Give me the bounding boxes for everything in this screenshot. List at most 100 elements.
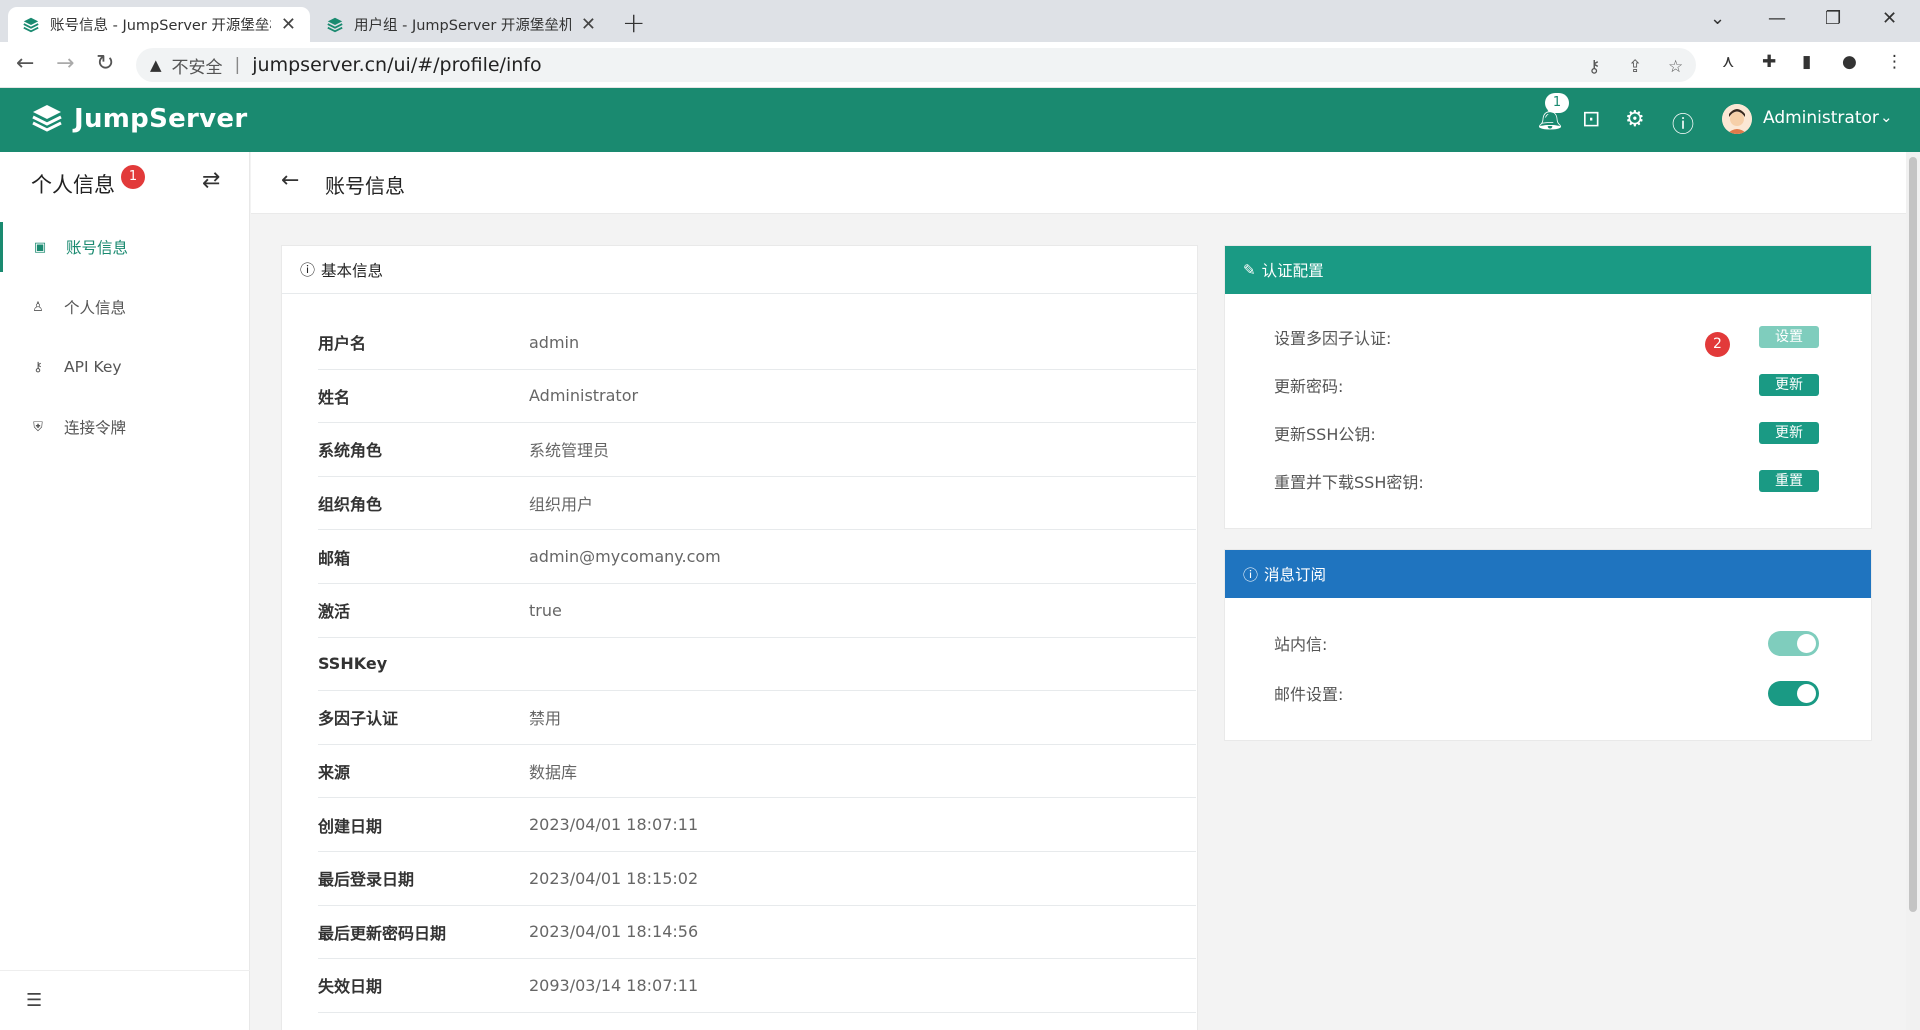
edit-icon: ✎ (1243, 261, 1256, 279)
subscription-label: 站内信: (1274, 635, 1328, 654)
info-row: 邮箱 admin@mycomany.com (318, 530, 1196, 584)
browser-menu-icon[interactable]: ⋮ (1886, 52, 1903, 72)
info-value: 禁用 (529, 709, 562, 729)
basic-info-card: ⓘ 基本信息 用户名 admin 姓名 Administrator 系统角色 系统管理员组… (281, 245, 1198, 1030)
setup-mfa-button[interactable]: 设置 (1759, 326, 1819, 348)
auth-row-reset-ssh: 重置并下载SSH密钥: 重置 (1274, 466, 1819, 496)
info-row: 组织角色 组织用户 (318, 477, 1196, 531)
info-label: 来源 (318, 763, 351, 783)
site-message-toggle[interactable] (1768, 630, 1819, 656)
info-value: admin@mycomany.com (529, 547, 721, 567)
key-icon[interactable]: ⚷ (1588, 57, 1600, 77)
sidebar-item-label: 账号信息 (66, 239, 129, 257)
info-label: 姓名 (318, 387, 351, 407)
subscription-label: 邮件设置: (1274, 685, 1344, 704)
new-tab-button[interactable]: + (622, 6, 645, 39)
info-label: 组织角色 (318, 495, 383, 515)
info-value: 数据库 (529, 763, 578, 783)
info-row: 多因子认证 禁用 (318, 691, 1196, 745)
browser-toolbar: ← → ↻ ▲ 不安全 | jumpserver.cn/ui/#/profile… (0, 42, 1920, 88)
sidebar-badge: 1 (121, 165, 145, 189)
info-value: admin (529, 332, 580, 352)
info-value: 2093/03/14 18:07:11 (529, 975, 699, 995)
auth-config-title: 认证配置 (1261, 262, 1324, 280)
sidebar-item-connection-token[interactable]: ⛨ 连接令牌 (0, 402, 250, 452)
sidebar-item-personal-info[interactable]: ♙ 个人信息 (0, 282, 250, 332)
share-icon[interactable]: ⇪ (1628, 57, 1642, 77)
info-label: 系统角色 (318, 441, 383, 461)
collapse-sidebar-icon[interactable]: ☰ (26, 990, 42, 1011)
back-arrow-icon[interactable]: ← (281, 168, 299, 193)
page-scrollbar[interactable] (1906, 152, 1920, 1030)
scrollbar-thumb[interactable] (1909, 157, 1917, 912)
auth-label: 设置多因子认证: (1274, 329, 1392, 348)
security-label[interactable]: 不安全 (172, 53, 223, 78)
url-text[interactable]: jumpserver.cn/ui/#/profile/info (252, 54, 541, 76)
browser-tab-account-info[interactable]: 账号信息 - JumpServer 开源堡垒机 ✕ (8, 7, 310, 42)
subscription-row-email: 邮件设置: (1274, 678, 1819, 708)
shield-icon: ⛨ (33, 419, 43, 435)
warning-icon[interactable]: ▲ (150, 56, 162, 74)
extension-icon[interactable]: ⋏ (1722, 52, 1734, 72)
profile-icon[interactable]: ● (1842, 52, 1857, 72)
info-circle-icon: ⓘ (1243, 565, 1259, 584)
reset-ssh-key-button[interactable]: 重置 (1759, 470, 1819, 492)
toggle-knob (1797, 633, 1816, 653)
info-value: 组织用户 (529, 495, 594, 515)
tab-title: 用户组 - JumpServer 开源堡垒机 (354, 18, 571, 34)
info-value: 2023/04/01 18:15:02 (529, 868, 699, 888)
notification-count-badge: 1 (1545, 93, 1569, 113)
info-label: 用户名 (318, 334, 367, 354)
switch-view-icon[interactable]: ⇄ (202, 168, 220, 193)
bookmark-star-icon[interactable]: ☆ (1668, 57, 1683, 77)
help-icon[interactable]: ⓘ (1672, 107, 1694, 139)
address-divider: | (234, 55, 241, 75)
puzzle-extensions-icon[interactable]: ✚ (1762, 52, 1776, 72)
info-label: 邮箱 (318, 548, 351, 568)
forward-icon[interactable]: → (56, 51, 74, 76)
restore-window-icon[interactable]: ❐ (1825, 8, 1841, 29)
page-title: 账号信息 (325, 174, 405, 198)
browser-tab-user-group[interactable]: 用户组 - JumpServer 开源堡垒机 ✕ (312, 7, 610, 42)
minimize-window-icon[interactable]: — (1768, 8, 1786, 29)
back-icon[interactable]: ← (16, 51, 34, 76)
info-label: 激活 (318, 602, 351, 622)
tab-close-icon[interactable]: ✕ (581, 14, 596, 35)
close-window-icon[interactable]: ✕ (1882, 8, 1897, 29)
avatar[interactable] (1722, 104, 1752, 134)
side-panel-icon[interactable]: ▮ (1802, 52, 1811, 72)
sidebar-item-label: 连接令牌 (64, 419, 127, 437)
user-name[interactable]: Administrator (1763, 108, 1879, 128)
toggle-knob (1797, 683, 1816, 703)
info-value: 系统管理员 (529, 441, 610, 461)
sidebar-item-account-info[interactable]: ▣ 账号信息 (0, 222, 250, 272)
info-label: 失效日期 (318, 977, 383, 997)
auth-config-header: ✎ 认证配置 (1225, 246, 1871, 294)
update-ssh-key-button[interactable]: 更新 (1759, 422, 1819, 444)
info-row: 最后更新密码日期 2023/04/01 18:14:56 (318, 906, 1196, 960)
subscription-row-site-msg: 站内信: (1274, 628, 1819, 658)
sidebar-item-api-key[interactable]: ⚷ API Key (0, 342, 250, 392)
chevron-down-icon[interactable]: ⌄ (1880, 108, 1893, 126)
brand-logo[interactable]: JumpServer (30, 102, 247, 136)
page-header: ← 账号信息 (251, 152, 1906, 214)
email-toggle[interactable] (1768, 680, 1819, 706)
info-row: 用户名 admin (318, 316, 1196, 370)
jumpserver-logo-icon (32, 105, 62, 132)
address-bar[interactable]: ▲ 不安全 | jumpserver.cn/ui/#/profile/info … (136, 48, 1696, 82)
info-value: true (529, 600, 562, 620)
info-label: 多因子认证 (318, 709, 399, 729)
tab-title: 账号信息 - JumpServer 开源堡垒机 (50, 18, 271, 34)
id-card-icon: ▣ (33, 239, 47, 255)
update-password-button[interactable]: 更新 (1759, 374, 1819, 396)
tab-search-chevron-icon[interactable]: ⌄ (1710, 8, 1725, 29)
info-row: 来源 数据库 (318, 745, 1196, 799)
reload-icon[interactable]: ↻ (96, 51, 114, 76)
terminal-icon[interactable]: ⊡ (1582, 107, 1600, 132)
settings-gear-icon[interactable]: ⚙ (1625, 107, 1645, 132)
tab-close-icon[interactable]: ✕ (281, 14, 296, 35)
sidebar-divider (0, 970, 250, 971)
info-value: 2023/04/01 18:14:56 (529, 922, 699, 942)
sidebar-item-label: API Key (64, 358, 122, 376)
info-row: 最后登录日期 2023/04/01 18:15:02 (318, 852, 1196, 906)
